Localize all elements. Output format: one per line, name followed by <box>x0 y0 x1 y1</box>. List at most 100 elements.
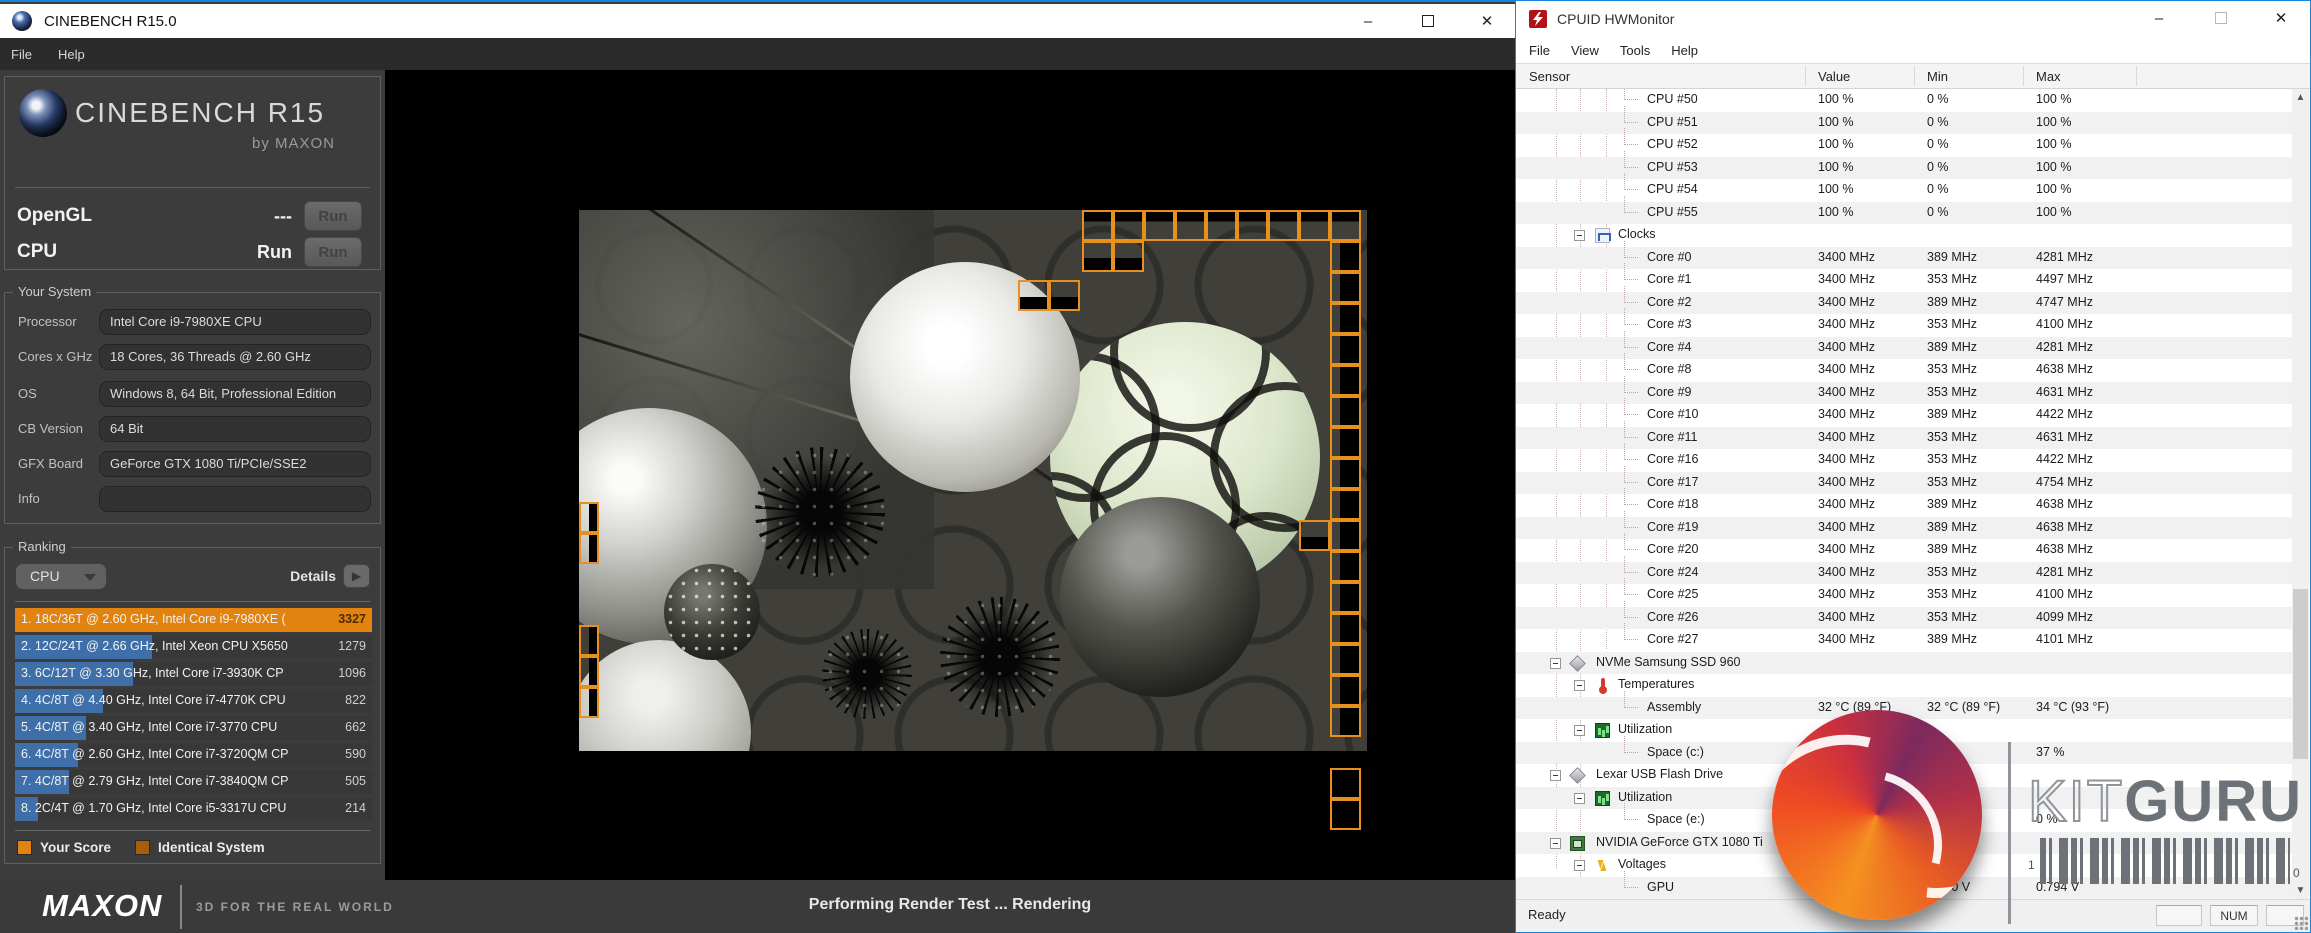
sensor-max: 4638 MHz <box>2036 497 2093 511</box>
gfx-board-field[interactable]: GeForce GTX 1080 Ti/PCIe/SSE2 <box>99 451 371 477</box>
column-divider[interactable] <box>2136 66 2137 86</box>
column-divider[interactable] <box>2023 66 2024 86</box>
field-label: CB Version <box>18 421 83 436</box>
sensor-max: 4638 MHz <box>2036 520 2093 534</box>
menu-view[interactable]: View <box>1571 43 1599 58</box>
close-button[interactable]: ✕ <box>1464 4 1510 38</box>
processor-field[interactable]: Intel Core i9-7980XE CPU <box>99 309 371 335</box>
ranking-row[interactable]: 3. 6C/12T @ 3.30 GHz, Intel Core i7-3930… <box>15 662 372 686</box>
render-bucket-tile <box>1330 613 1361 644</box>
tree-expander-icon[interactable] <box>1574 230 1585 241</box>
scrollbar-thumb[interactable] <box>2293 589 2308 759</box>
ranking-row[interactable]: 4. 4C/8T @ 4.40 GHz, Intel Core i7-4770K… <box>15 689 372 713</box>
tree-expander-icon[interactable] <box>1550 770 1561 781</box>
ranking-category-value: CPU <box>30 568 60 584</box>
sensor-icon <box>1595 723 1610 738</box>
menu-help[interactable]: Help <box>58 47 85 62</box>
tree-expander-icon[interactable] <box>1550 658 1561 669</box>
sensor-row[interactable]: Space (c:) 37 % 37 % 37 % <box>1516 742 2294 765</box>
sensor-row[interactable]: NVIDIA GeForce GTX 1080 Ti <box>1516 832 2294 855</box>
sensor-min: 353 MHz <box>1927 475 1977 489</box>
sensor-label: Space (c:) <box>1647 745 1704 759</box>
cb-version-field[interactable]: 64 Bit <box>99 416 371 442</box>
scroll-up-icon[interactable]: ▲ <box>2292 89 2309 106</box>
sensor-min: 0 % <box>1927 137 1949 151</box>
ranking-category-select[interactable]: CPU <box>15 563 107 590</box>
sensor-row[interactable]: Core #27 3400 MHz 389 MHz 4101 MHz <box>1516 629 2294 652</box>
os-field[interactable]: Windows 8, 64 Bit, Professional Edition <box>99 381 371 407</box>
render-bucket-tile <box>1206 210 1237 241</box>
sensor-row[interactable]: CPU #55 100 % 0 % 100 % <box>1516 202 2294 225</box>
column-sensor[interactable]: Sensor <box>1529 69 1570 84</box>
menu-tools[interactable]: Tools <box>1620 43 1650 58</box>
tree-expander-icon[interactable] <box>1550 838 1561 849</box>
sensor-max: 4281 MHz <box>2036 250 2093 264</box>
sensor-label: CPU #51 <box>1647 115 1698 129</box>
sensor-value: 3400 MHz <box>1818 317 1875 331</box>
menu-file[interactable]: File <box>1529 43 1550 58</box>
close-button[interactable]: ✕ <box>2258 1 2304 35</box>
ranking-row[interactable]: 1. 18C/36T @ 2.60 GHz, Intel Core i9-798… <box>15 608 372 632</box>
scroll-down-icon[interactable]: ▼ <box>2292 882 2309 899</box>
cores-field[interactable]: 18 Cores, 36 Threads @ 2.60 GHz <box>99 344 371 370</box>
maximize-button[interactable] <box>2198 1 2244 35</box>
divider <box>15 830 370 831</box>
sensor-max: 4638 MHz <box>2036 362 2093 376</box>
ranking-row[interactable]: 7. 4C/8T @ 2.79 GHz, Intel Core i7-3840Q… <box>15 770 372 794</box>
sensor-max: 4422 MHz <box>2036 407 2093 421</box>
tree-expander-icon[interactable] <box>1574 725 1585 736</box>
tree-expander-icon[interactable] <box>1574 793 1585 804</box>
ranking-row[interactable]: 8. 2C/4T @ 1.70 GHz, Intel Core i5-3317U… <box>15 797 372 821</box>
sensor-value: 100 % <box>1818 182 1853 196</box>
sensor-value: 100 % <box>1818 137 1853 151</box>
column-min[interactable]: Min <box>1927 69 1948 84</box>
sensor-value: 0.650 V <box>1818 880 1861 894</box>
tree-expander-icon[interactable] <box>1574 680 1585 691</box>
sensor-row[interactable]: Space (e:) 0 % 0 % 0 % <box>1516 809 2294 832</box>
sensor-min: 353 MHz <box>1927 362 1977 376</box>
sensor-value: 37 % <box>1818 745 1847 759</box>
sensor-row[interactable]: Assembly 32 °C (89 °F) 32 °C (89 °F) 34 … <box>1516 697 2294 720</box>
info-field[interactable] <box>99 486 371 512</box>
tree-branch-icon <box>1624 331 1638 348</box>
sensor-label: Core #25 <box>1647 587 1698 601</box>
render-bucket-tile <box>1330 799 1361 830</box>
column-divider[interactable] <box>1914 66 1915 86</box>
sensor-label: Core #1 <box>1647 272 1691 286</box>
column-divider[interactable] <box>1805 66 1806 86</box>
sensor-label: Core #3 <box>1647 317 1691 331</box>
menu-help[interactable]: Help <box>1671 43 1698 58</box>
minimize-button[interactable]: – <box>1345 4 1391 38</box>
tree-branch-icon <box>1624 803 1638 820</box>
sensor-row[interactable]: Lexar USB Flash Drive <box>1516 764 2294 787</box>
ranking-row[interactable]: 5. 4C/8T @ 3.40 GHz, Intel Core i7-3770 … <box>15 716 372 740</box>
opengl-run-button[interactable]: Run <box>304 201 362 231</box>
column-value[interactable]: Value <box>1818 69 1850 84</box>
ranking-row[interactable]: 6. 4C/8T @ 2.60 GHz, Intel Core i7-3720Q… <box>15 743 372 767</box>
vertical-scrollbar[interactable]: ▲ ▼ <box>2292 89 2309 899</box>
hwmonitor-window-title: CPUID HWMonitor <box>1557 11 1674 27</box>
render-bucket-tile <box>1299 520 1330 551</box>
maximize-button[interactable] <box>1405 4 1451 38</box>
sensor-min: 0 % <box>1927 160 1949 174</box>
tree-expander-icon[interactable] <box>1574 860 1585 871</box>
sensor-max: 4101 MHz <box>2036 632 2093 646</box>
sensor-max: 4631 MHz <box>2036 385 2093 399</box>
sensor-label: Core #10 <box>1647 407 1698 421</box>
hwmonitor-statusbar: Ready NUM <box>1516 899 2310 932</box>
column-max[interactable]: Max <box>2036 69 2061 84</box>
render-bucket-tile <box>1330 489 1361 520</box>
sensor-label: Core #20 <box>1647 542 1698 556</box>
menu-file[interactable]: File <box>11 47 32 62</box>
minimize-button[interactable]: – <box>2136 1 2182 35</box>
ranking-row[interactable]: 2. 12C/24T @ 2.66 GHz, Intel Xeon CPU X5… <box>15 635 372 659</box>
cinebench-titlebar[interactable]: CINEBENCH R15.0 – ✕ <box>0 4 1515 38</box>
sensor-row[interactable]: NVMe Samsung SSD 960 <box>1516 652 2294 675</box>
cpu-label: CPU <box>17 241 57 263</box>
cpu-run-button[interactable]: Run <box>304 237 362 267</box>
sensor-row[interactable]: GPU 0.650 V 0.650 V 0.794 V <box>1516 877 2294 900</box>
hwmonitor-titlebar[interactable]: CPUID HWMonitor – ✕ <box>1516 1 2310 37</box>
details-button[interactable]: ▶ <box>343 564 370 588</box>
sensor-min: 353 MHz <box>1927 385 1977 399</box>
resize-grip[interactable] <box>2294 916 2308 930</box>
